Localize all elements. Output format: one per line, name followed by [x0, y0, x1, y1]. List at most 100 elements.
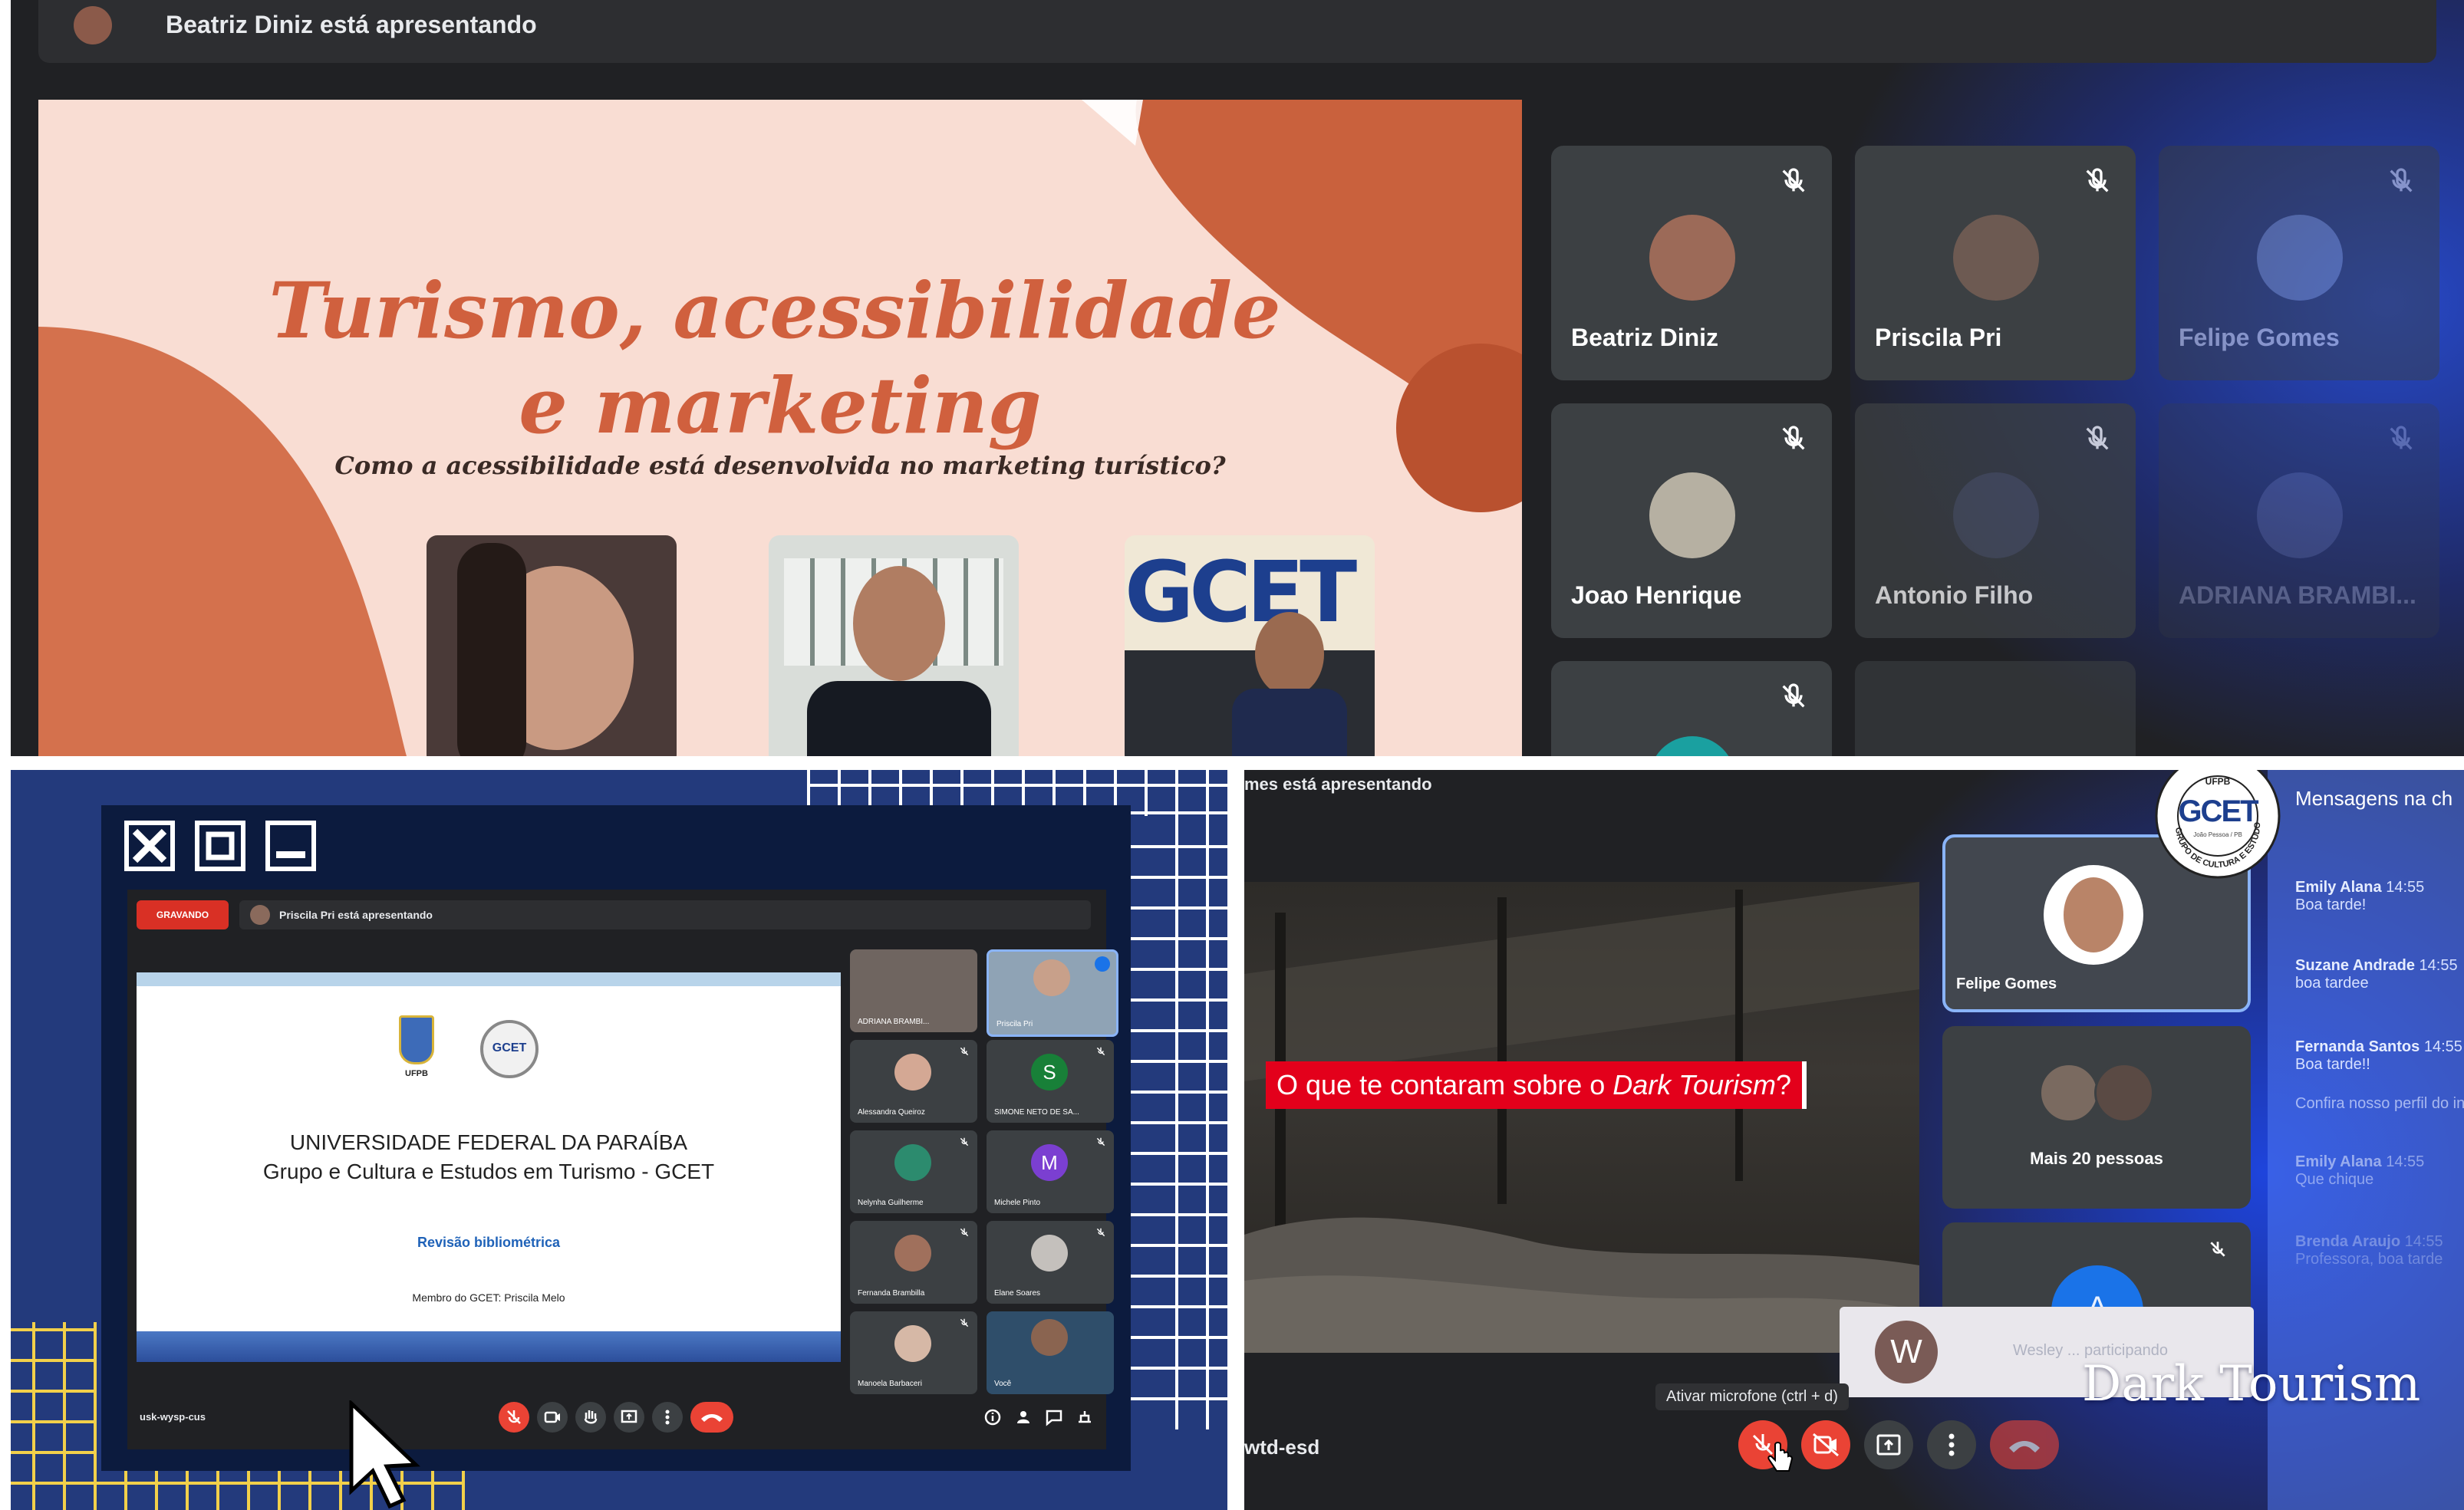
avatar — [1953, 215, 2039, 301]
close-button[interactable] — [124, 821, 175, 871]
chat-time: 14:55 — [2404, 1233, 2443, 1250]
participant-tile[interactable]: Beatriz Diniz — [1551, 146, 1832, 380]
mic-off-icon — [960, 1318, 969, 1327]
mic-off-icon — [1782, 426, 1805, 450]
mic-off-icon — [2086, 426, 2109, 450]
avatar — [894, 1235, 931, 1271]
camera-button[interactable] — [1801, 1420, 1850, 1469]
participant-name: Michele Pinto — [994, 1199, 1041, 1207]
more-people-tile[interactable]: Mais 20 pessoas — [1942, 1026, 2251, 1209]
chat-text: Boa tarde! — [2295, 896, 2367, 913]
present-button[interactable] — [1864, 1420, 1913, 1469]
tooltip: Ativar microfone (ctrl + d) — [1655, 1383, 1849, 1410]
participant-tile[interactable]: Felipe Gomes — [2159, 146, 2439, 380]
participant-tile[interactable]: Manoela Barbaceri — [850, 1311, 977, 1394]
recording-badge: GRAVANDO — [137, 900, 229, 929]
member-text: Membro do GCET: Priscila Melo — [412, 1291, 565, 1304]
chat-time: 14:55 — [2386, 879, 2425, 896]
avatar — [1649, 215, 1735, 301]
more-options-button[interactable] — [652, 1402, 683, 1433]
chat-author: Emily Alana — [2295, 879, 2382, 896]
presenter-avatar — [74, 6, 112, 44]
participant-tile-active[interactable]: Priscila Pri — [987, 949, 1118, 1037]
participant-tile[interactable]: S SIMONE NETO DE SA... — [987, 1040, 1114, 1123]
camera-button[interactable] — [537, 1402, 568, 1433]
gcet-logo-text: GCET — [1125, 543, 1357, 641]
face — [853, 566, 945, 681]
hang-up-icon — [2009, 1441, 2040, 1452]
meeting-screenshot: GRAVANDO Priscila Pri está apresentando … — [127, 890, 1118, 1449]
participant-tile[interactable]: Nelynha Guilherme — [850, 1130, 977, 1213]
seal-center-text: GCET — [2178, 794, 2258, 828]
chat-text: Que chique — [2295, 1171, 2374, 1188]
participant-tile[interactable]: ADRIANA BRAMBI... — [2159, 403, 2439, 638]
info-icon[interactable] — [982, 1406, 1003, 1428]
avatar — [1953, 472, 2039, 558]
presenting-bar: Priscila Pri está apresentando — [239, 900, 1091, 929]
shirt — [807, 681, 991, 756]
mic-off-icon — [507, 1410, 521, 1424]
camera-off-icon — [1813, 1433, 1839, 1457]
presenter-photo-1 — [427, 535, 677, 756]
hand-icon — [584, 1410, 598, 1424]
avatar-initial: M — [1031, 1144, 1068, 1181]
chat-time: 14:55 — [2419, 957, 2458, 974]
hand-cursor-icon — [1767, 1442, 1794, 1472]
mic-button[interactable] — [499, 1402, 529, 1433]
mic-off-icon — [960, 1137, 969, 1146]
participant-name: ADRIANA BRAMBI... — [858, 1018, 930, 1026]
chat-author: Emily Alana — [2295, 1153, 2382, 1170]
presenting-bar: Beatriz Diniz está apresentando — [38, 0, 2436, 63]
participant-tile[interactable]: Fernanda Brambilla — [850, 1221, 977, 1304]
avatar — [1031, 1319, 1068, 1356]
camera-icon — [544, 1411, 560, 1423]
university-name: UNIVERSIDADE FEDERAL DA PARAÍBA — [289, 1130, 688, 1154]
people-icon[interactable] — [1013, 1406, 1034, 1428]
participant-tile[interactable]: Alessandra Queiroz — [850, 1040, 977, 1123]
meeting-code: usk-wysp-cus — [140, 1411, 206, 1423]
raise-hand-button[interactable] — [575, 1402, 606, 1433]
participant-tile[interactable] — [1855, 661, 2136, 756]
presenter-photo-3: GCET — [1125, 535, 1375, 756]
avatar — [1649, 472, 1735, 558]
participant-name: Felipe Gomes — [1956, 975, 2057, 992]
meeting-code: wtd-esd — [1244, 1436, 1320, 1459]
dark-tourism-watermark: Dark Tourism — [2082, 1356, 2421, 1413]
mic-off-icon — [1782, 683, 1805, 708]
participant-tile[interactable]: ADRIANA BRAMBI... — [850, 949, 977, 1032]
participant-tile[interactable]: Antonio Filho — [1855, 403, 2136, 638]
participant-tile[interactable]: M Michele Pinto — [987, 1130, 1114, 1213]
participant-tile[interactable]: Priscila Pri — [1855, 146, 2136, 380]
more-options-button[interactable] — [1927, 1420, 1976, 1469]
minimize-icon — [276, 851, 305, 858]
present-button[interactable] — [614, 1402, 644, 1433]
mouse-cursor-icon — [349, 1400, 420, 1509]
participant-tile[interactable] — [1551, 661, 1832, 756]
activities-icon[interactable] — [1074, 1406, 1095, 1428]
mic-off-icon — [2390, 426, 2413, 450]
participant-tile[interactable]: Elane Soares — [987, 1221, 1114, 1304]
participant-name: Alessandra Queiroz — [858, 1108, 925, 1117]
leave-call-button[interactable] — [690, 1402, 733, 1433]
gcet-label: GCET — [492, 1041, 527, 1054]
chat-message: Suzane Andrade 14:55 boa tardee — [2295, 957, 2458, 992]
avatar — [2039, 1063, 2099, 1123]
square-icon — [206, 831, 235, 860]
video-caption: O que te contaram sobre o Dark Tourism? — [1266, 1061, 1807, 1109]
slide-band-bottom — [137, 1331, 841, 1362]
mic-off-icon — [2390, 168, 2413, 192]
more-people-text: Mais 20 pessoas — [2030, 1149, 2163, 1168]
self-tile[interactable]: Você — [987, 1311, 1114, 1394]
presenter-avatar — [250, 905, 270, 925]
participant-tile[interactable]: Joao Henrique — [1551, 403, 1832, 638]
chat-text: Boa tarde!! — [2295, 1056, 2370, 1073]
participant-name: Você — [994, 1380, 1012, 1388]
maximize-button[interactable] — [195, 821, 245, 871]
minimize-button[interactable] — [265, 821, 316, 871]
slide-heading: Revisão bibliométrica — [417, 1235, 561, 1250]
leave-call-button[interactable] — [1990, 1420, 2059, 1469]
chat-icon[interactable] — [1043, 1406, 1065, 1428]
mic-off-icon — [1096, 1228, 1105, 1237]
mic-off-icon — [1096, 1137, 1105, 1146]
mic-off-icon — [1096, 1047, 1105, 1056]
